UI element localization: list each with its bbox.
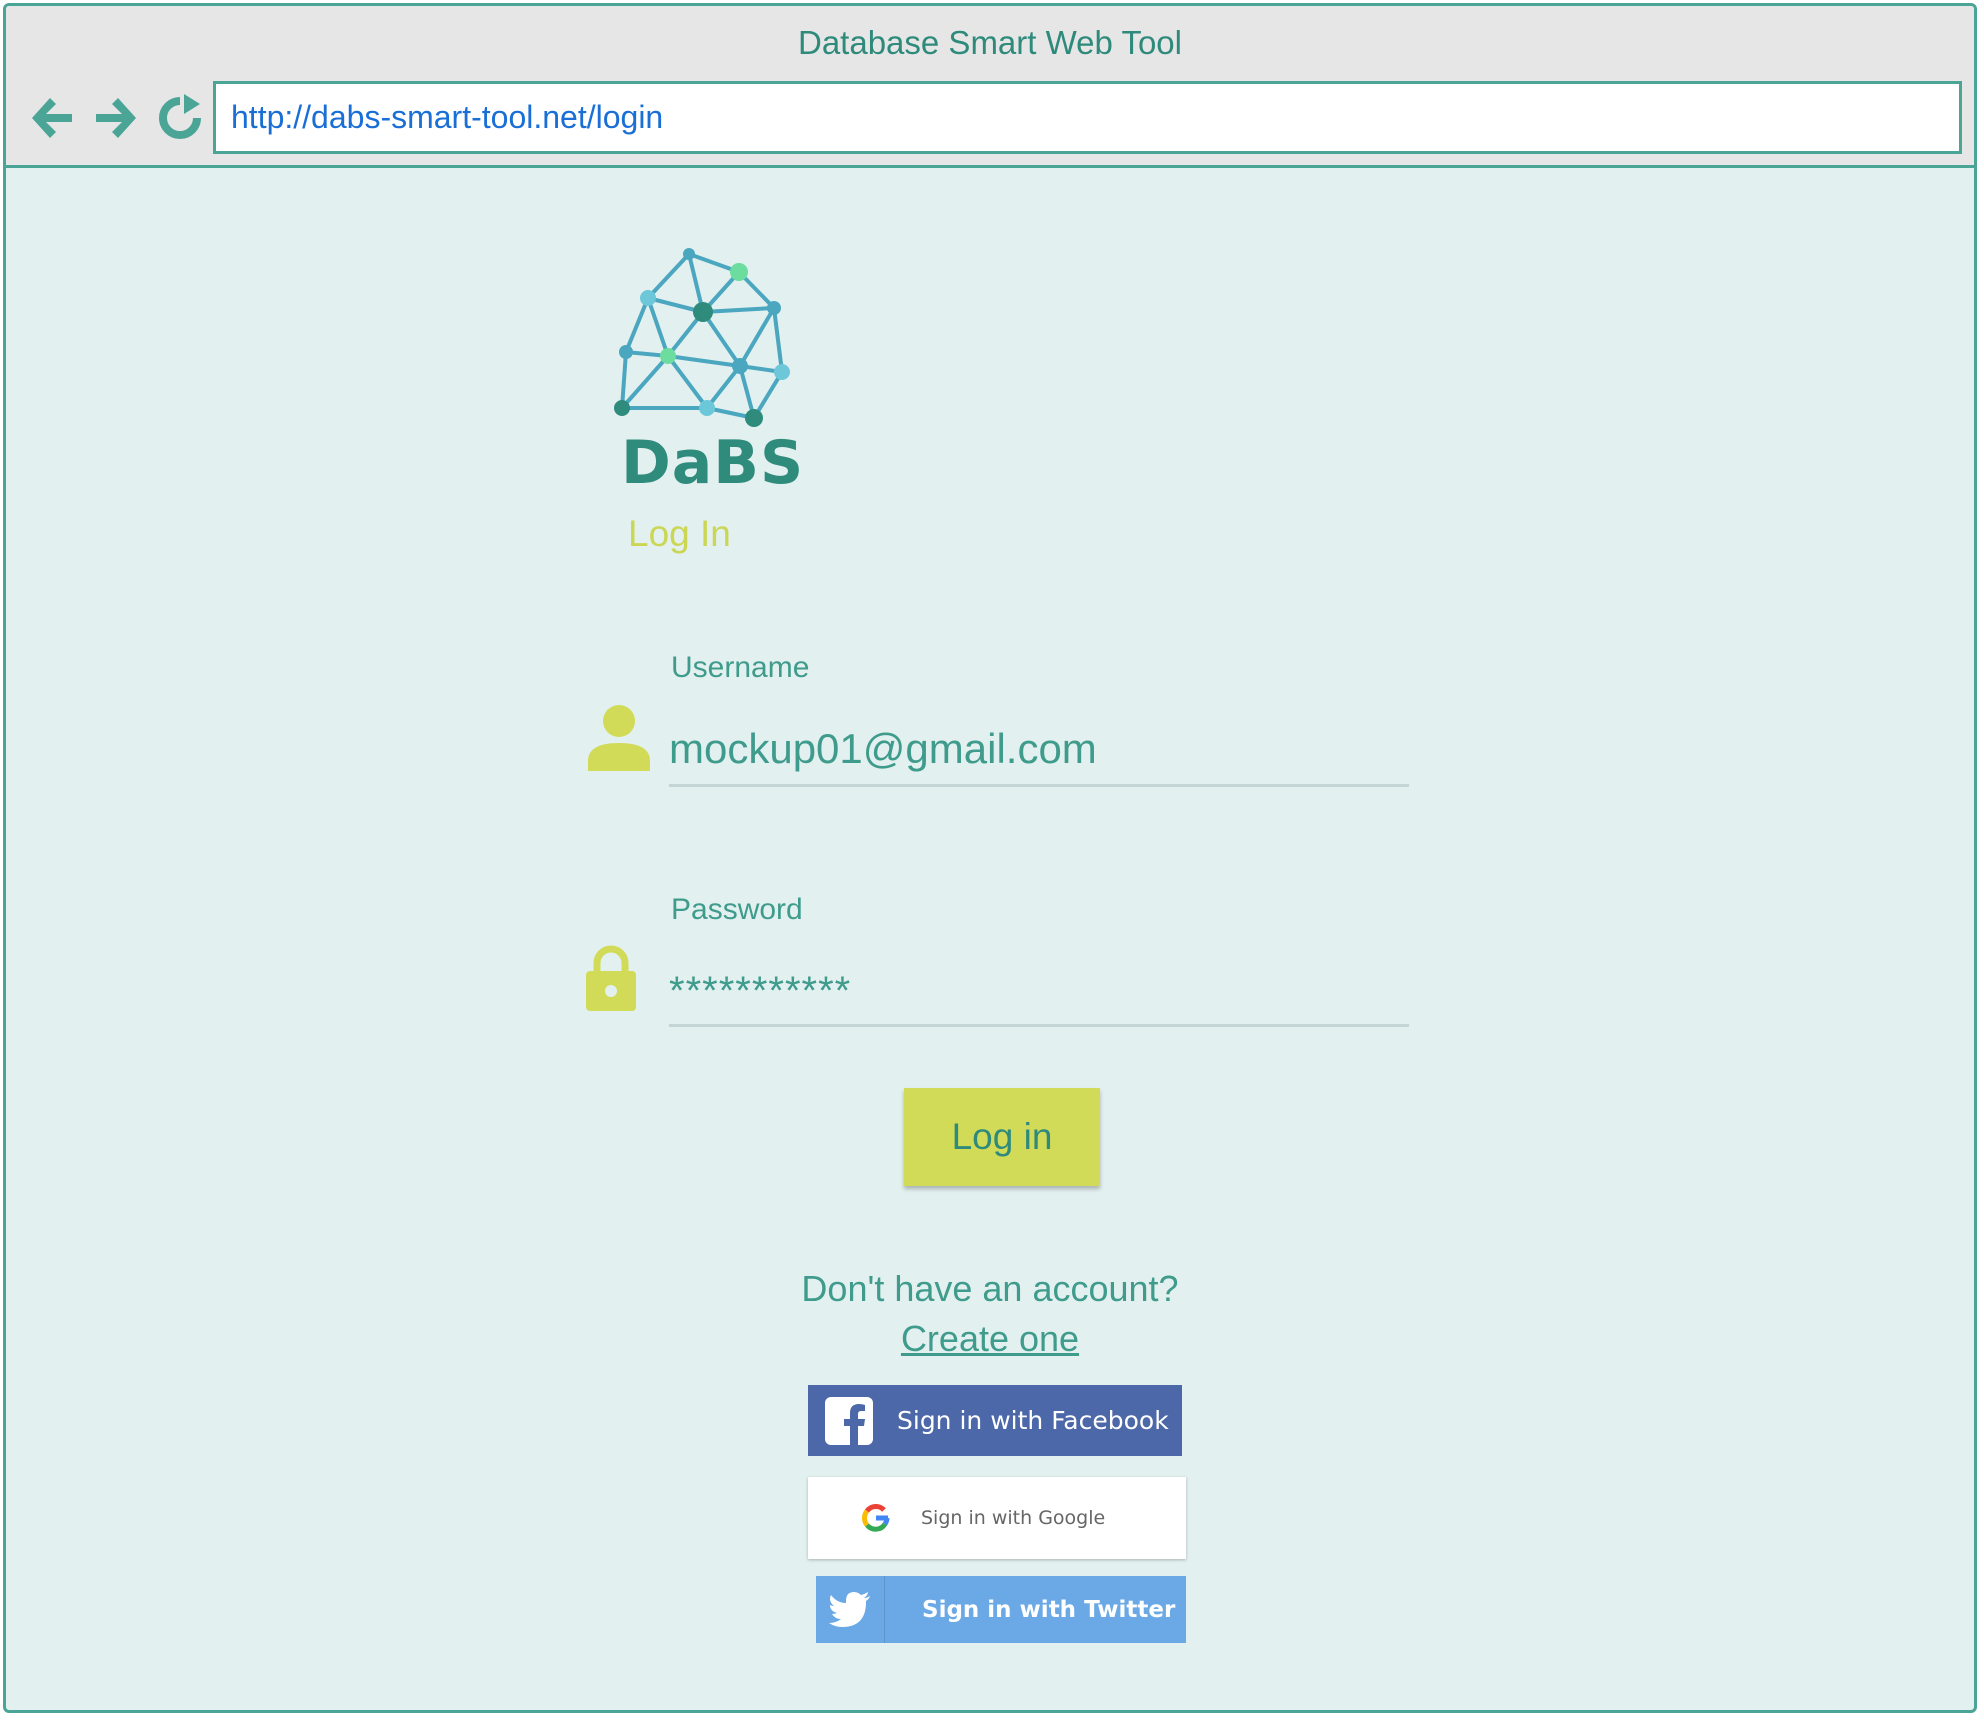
url-text: http://dabs-smart-tool.net/login	[231, 99, 664, 135]
brand-logo-text: DaBS	[621, 428, 805, 498]
google-icon	[862, 1503, 890, 1532]
twitter-signin-label: Sign in with Twitter	[922, 1596, 1176, 1623]
page-title: Log In	[628, 513, 731, 554]
twitter-bird-icon	[829, 1591, 870, 1627]
forward-arrow-icon[interactable]	[90, 92, 142, 144]
browser-window: Database Smart Web Tool http://dabs-smar…	[3, 3, 1977, 1713]
facebook-signin-label: Sign in with Facebook	[897, 1406, 1169, 1435]
no-account-text: Don't have an account?	[801, 1268, 1179, 1309]
network-logo-icon	[614, 248, 790, 427]
twitter-icon-box	[816, 1576, 885, 1643]
reload-icon[interactable]	[154, 92, 206, 144]
facebook-icon	[825, 1396, 873, 1445]
twitter-signin-button[interactable]: Sign in with Twitter	[816, 1576, 1186, 1643]
password-label: Password	[671, 893, 803, 926]
google-signin-label: Sign in with Google	[921, 1507, 1106, 1529]
page-content: DaBS Log In Username Password Log in Don…	[6, 168, 1974, 1710]
user-icon	[588, 705, 650, 771]
back-arrow-icon[interactable]	[26, 92, 78, 144]
username-label: Username	[671, 651, 810, 684]
lock-icon	[586, 945, 636, 1011]
browser-titlebar: Database Smart Web Tool http://dabs-smar…	[6, 6, 1974, 168]
create-account-link[interactable]: Create one	[901, 1318, 1079, 1359]
facebook-signin-button[interactable]: Sign in with Facebook	[808, 1385, 1182, 1456]
google-signin-button[interactable]: Sign in with Google	[808, 1477, 1186, 1559]
login-button[interactable]: Log in	[904, 1088, 1100, 1186]
address-bar[interactable]: http://dabs-smart-tool.net/login	[213, 81, 1962, 154]
username-field[interactable]	[669, 713, 1409, 787]
password-field[interactable]	[669, 958, 1409, 1027]
window-title: Database Smart Web Tool	[798, 24, 1182, 61]
create-account-link-row: Create one	[6, 1318, 1974, 1360]
